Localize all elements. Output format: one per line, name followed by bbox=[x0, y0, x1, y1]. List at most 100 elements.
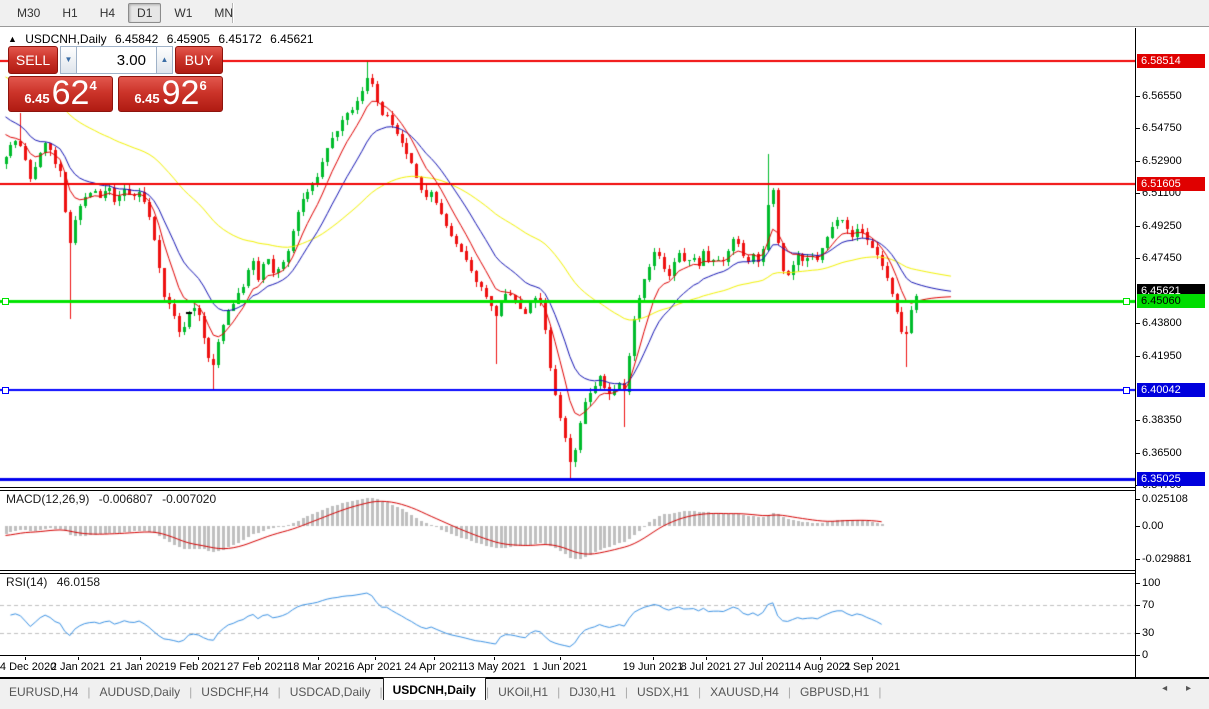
level-line-handle[interactable] bbox=[1123, 298, 1130, 305]
chart-tab-usdx[interactable]: USDX,H1 bbox=[628, 681, 698, 702]
date-axis-tick bbox=[258, 657, 259, 660]
date-axis-tick bbox=[434, 657, 435, 660]
rsi-label: RSI(14) bbox=[6, 575, 48, 589]
sell-button[interactable]: SELL bbox=[8, 46, 58, 74]
date-axis-label: 14 Aug 2021 bbox=[789, 661, 851, 673]
date-axis-label: 24 Apr 2021 bbox=[404, 661, 464, 673]
chart-tab-usdchf[interactable]: USDCHF,H4 bbox=[192, 681, 277, 702]
date-axis-label: 14 Dec 2020 bbox=[0, 661, 57, 673]
price-axis-tick bbox=[1136, 356, 1140, 357]
price-axis-tick bbox=[1136, 258, 1140, 259]
rsi-axis-tick bbox=[1136, 583, 1140, 584]
date-axis-tick bbox=[78, 657, 79, 660]
date-axis-label: 8 Jul 2021 bbox=[680, 661, 732, 673]
price-axis-label: 6.54750 bbox=[1142, 122, 1182, 134]
macd-header: MACD(12,26,9) -0.006807 -0.007020 bbox=[6, 492, 222, 506]
rsi-axis-label: 100 bbox=[1142, 577, 1161, 589]
status-strip bbox=[0, 702, 1209, 709]
rsi-axis-label: 30 bbox=[1142, 627, 1155, 639]
date-axis-label: 6 Apr 2021 bbox=[348, 661, 402, 673]
timeframe-button-m30[interactable]: M30 bbox=[8, 3, 49, 23]
price-axis-tick bbox=[1136, 420, 1140, 421]
rsi-axis-tick bbox=[1136, 655, 1140, 656]
level-line-handle[interactable] bbox=[1123, 387, 1130, 394]
date-axis-tick bbox=[762, 657, 763, 660]
level-line-handle[interactable] bbox=[2, 298, 9, 305]
tab-scroll-left-icon[interactable]: ◂ bbox=[1162, 683, 1175, 694]
timeframe-button-h4[interactable]: H4 bbox=[91, 3, 124, 23]
chart-symbol-label: USDCNH,Daily bbox=[25, 32, 107, 46]
rsi-axis-label: 70 bbox=[1142, 599, 1155, 611]
date-axis-tick bbox=[140, 657, 141, 660]
price-axis-border bbox=[1135, 28, 1136, 677]
ohlc-close: 6.45621 bbox=[270, 32, 314, 46]
rsi-header: RSI(14) 46.0158 bbox=[6, 575, 106, 589]
date-axis-tick bbox=[560, 657, 561, 660]
date-axis-tick bbox=[198, 657, 199, 660]
timeframe-button-mn[interactable]: MN bbox=[205, 3, 242, 23]
price-axis-label: 6.52900 bbox=[1142, 155, 1182, 167]
date-axis-label: 21 Jan 2021 bbox=[109, 661, 171, 673]
rsi-canvas[interactable] bbox=[0, 574, 1135, 654]
sell-price-button[interactable]: 6.45 62 4 bbox=[8, 76, 113, 112]
date-axis-tick bbox=[25, 657, 26, 660]
timeframe-button-h1[interactable]: H1 bbox=[53, 3, 86, 23]
date-axis-label: 27 Jul 2021 bbox=[733, 661, 791, 673]
price-badge: 6.45060 bbox=[1137, 294, 1205, 308]
price-badge: 6.35025 bbox=[1137, 472, 1205, 486]
date-axis-tick bbox=[820, 657, 821, 660]
timeframe-button-d1[interactable]: D1 bbox=[128, 3, 162, 23]
buy-button[interactable]: BUY bbox=[175, 46, 223, 74]
panel-divider bbox=[0, 490, 1135, 491]
chart-tab-eurusd[interactable]: EURUSD,H4 bbox=[0, 681, 87, 702]
date-axis-label: 13 May 2021 bbox=[462, 661, 526, 673]
chart-tab-dj30[interactable]: DJ30,H1 bbox=[560, 681, 625, 702]
level-line-handle[interactable] bbox=[2, 387, 9, 394]
date-axis-label: 1 Jun 2021 bbox=[532, 661, 588, 673]
volume-increase-button[interactable]: ▲ bbox=[156, 46, 173, 74]
price-axis-tick bbox=[1136, 226, 1140, 227]
chart-tab-usdcad[interactable]: USDCAD,Daily bbox=[281, 681, 380, 702]
tab-scroll-right-icon[interactable]: ▸ bbox=[1186, 683, 1199, 694]
macd-axis-tick bbox=[1136, 526, 1140, 527]
buy-price-big: 92 bbox=[161, 74, 200, 112]
chart-tab-ukoil[interactable]: UKOil,H1 bbox=[489, 681, 557, 702]
rsi-axis-tick bbox=[1136, 633, 1140, 634]
price-axis-label: 6.56550 bbox=[1142, 90, 1182, 102]
chart-symbol-header: ▲ USDCNH,Daily 6.45842 6.45905 6.45172 6… bbox=[8, 32, 319, 46]
macd-axis-tick bbox=[1136, 559, 1140, 560]
price-badge: 6.40042 bbox=[1137, 383, 1205, 397]
date-axis-tick bbox=[872, 657, 873, 660]
chevron-down-icon: ▼ bbox=[64, 55, 73, 64]
date-axis-label: 2 Jan 2021 bbox=[50, 661, 106, 673]
date-axis-label: 27 Feb 2021 bbox=[227, 661, 289, 673]
price-badge: 6.58514 bbox=[1137, 54, 1205, 68]
buy-price-prefix: 6.45 bbox=[134, 91, 160, 106]
macd-axis-label: 0.025108 bbox=[1142, 493, 1188, 505]
buy-price-button[interactable]: 6.45 92 6 bbox=[118, 76, 223, 112]
panel-divider bbox=[0, 487, 1135, 488]
macd-label: MACD(12,26,9) bbox=[6, 492, 90, 506]
chart-tab-audusd[interactable]: AUDUSD,Daily bbox=[90, 681, 189, 702]
chart-tab-usdcnh[interactable]: USDCNH,Daily bbox=[382, 677, 486, 700]
macd-value-main: -0.006807 bbox=[98, 492, 153, 506]
rsi-axis-tick bbox=[1136, 605, 1140, 606]
price-axis-label: 6.43800 bbox=[1142, 317, 1182, 329]
chart-tab-xauusd[interactable]: XAUUSD,H4 bbox=[701, 681, 788, 702]
date-axis-tick bbox=[375, 657, 376, 660]
sell-price-pip: 4 bbox=[89, 78, 97, 93]
price-axis-tick bbox=[1136, 323, 1140, 324]
date-axis-label: 19 Jun 2021 bbox=[622, 661, 684, 673]
trading-terminal-window: M30 H1 H4 D1 W1 MN ▲ USDCNH,Daily 6.45842 6.4… bbox=[0, 0, 1209, 709]
price-axis-tick bbox=[1136, 453, 1140, 454]
date-axis-tick bbox=[318, 657, 319, 660]
chart-tab-gbpusd[interactable]: GBPUSD,H1 bbox=[791, 681, 878, 702]
date-axis-label: 2 Sep 2021 bbox=[843, 661, 901, 673]
chart-header-arrow-icon[interactable]: ▲ bbox=[8, 34, 17, 44]
volume-input[interactable] bbox=[77, 46, 156, 74]
macd-value-signal: -0.007020 bbox=[162, 492, 217, 506]
volume-decrease-button[interactable]: ▼ bbox=[60, 46, 77, 74]
timeframe-button-w1[interactable]: W1 bbox=[165, 3, 201, 23]
date-axis-tick bbox=[706, 657, 707, 660]
toolbar-separator bbox=[232, 3, 233, 23]
